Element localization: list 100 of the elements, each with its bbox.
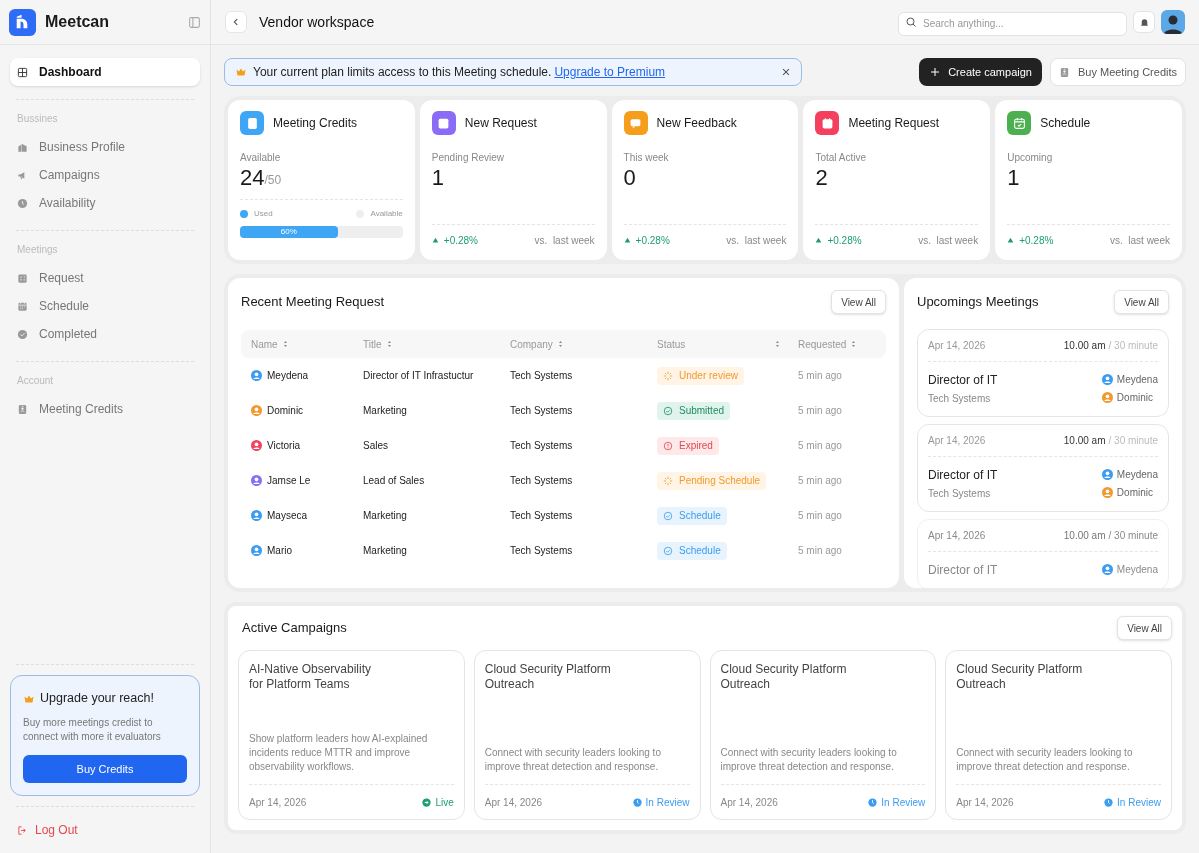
meeting-company: Tech Systems [928,392,992,406]
table-cell-text: Tech Systems [510,474,574,488]
meeting-card[interactable]: Apr 14, 2026 10.00 am / 30 minute Director of IT Tech Systems Meydena Dominic [917,329,1169,417]
nav-item[interactable]: Availability [10,189,200,217]
campaign-status: In Review [632,795,690,810]
campaign-card[interactable]: Cloud Security Platform Outreach Connect with security leaders looking to improve threat detection and response. Apr 14, 2026 In Review [709,650,937,820]
stat-label: Pending Review [431,151,506,165]
campaign-status: In Review [868,795,926,810]
status-badge: Schedule [657,506,727,525]
table-cell-text: Tech Systems [510,509,574,523]
column-header[interactable]: Title [363,336,510,352]
buy-credits-button[interactable]: Buy Meeting Credits [1049,58,1186,86]
logout-icon [17,824,28,836]
clock-icon [17,197,28,209]
table-cell-text: Marketing [363,404,408,418]
sort-icon[interactable] [557,340,563,348]
column-header[interactable]: Company [510,336,657,352]
view-all-button[interactable]: View All [831,290,886,314]
stat-label: Available [240,151,282,165]
campaign-date: Apr 14, 2026 [720,796,779,810]
stat-title: Meeting Credits [273,115,358,132]
change-value: +0.28% [827,234,863,248]
nav-item[interactable]: Completed [10,320,200,348]
table-cell-text: Jamse Le [267,474,311,488]
campaign-card[interactable]: AI-Native Observability for Platform Teams Show platform leaders how AI-explained incidents reduce MTTR and improve observability workflows. Apr 14, 2026 Live [238,650,465,820]
campaign-description: Connect with security leaders looking to improve threat detection and response. [956,746,1134,774]
column-header[interactable]: Requested [798,336,876,352]
change-value: +0.28% [635,234,671,248]
view-all-button[interactable]: View All [1117,616,1172,640]
sort-icon[interactable] [851,340,857,348]
column-header[interactable]: Name [251,336,363,352]
campaign-card[interactable]: Cloud Security Platform Outreach Connect with security leaders looking to improve threat detection and response. Apr 14, 2026 In Review [945,650,1172,820]
attendee-name: Meydena [1116,563,1158,577]
up-arrow-icon [431,237,439,244]
building-icon [17,141,28,153]
section-label: Account [16,374,55,388]
meeting-title: Director of IT [928,372,999,389]
nav-item[interactable]: Request [10,264,200,292]
meeting-date: Apr 14, 2026 [928,434,987,448]
meeting-card[interactable]: Apr 14, 2026 10.00 am / 30 minute Director of IT Tech Systems Meydena Dominic [917,424,1169,512]
meeting-time: 10.00 am [1063,339,1106,353]
sort-icon[interactable] [282,340,288,348]
column-header[interactable]: Status [657,336,798,352]
nav-item[interactable]: Dashboard [10,58,200,86]
table-cell-text: 5 min ago [798,544,843,558]
back-button[interactable] [225,11,247,33]
buy-credits-button[interactable]: Buy Credits [23,755,187,783]
campaign-card[interactable]: Cloud Security Platform Outreach Connect with security leaders looking to improve threat detection and response. Apr 14, 2026 In Review [473,650,701,820]
legend-label: Used [254,208,273,220]
nav-item[interactable]: Business Profile [10,133,200,161]
meeting-duration: / 30 minute [1108,529,1158,543]
campaign-date: Apr 14, 2026 [956,796,1015,810]
nav-item[interactable]: Schedule [10,292,200,320]
arrow-circle-icon [422,798,432,807]
table-cell-text: Dominic [267,404,304,418]
sort-icon[interactable] [775,340,780,348]
stat-label: This week [623,151,670,165]
stat-title: New Request [464,115,537,132]
campaign-date: Apr 14, 2026 [484,796,543,810]
table-cell-text: 5 min ago [798,404,843,418]
stat-title: New Feedback [656,115,737,132]
close-icon[interactable] [781,67,791,77]
table-cell-text: Marketing [363,544,408,558]
table-cell-text: Tech Systems [510,369,574,383]
avatar[interactable] [1161,10,1185,34]
upgrade-link[interactable]: Upgrade to Premium [554,63,666,81]
table-cell-text: Mario [267,544,292,558]
meeting-date: Apr 14, 2026 [928,339,987,353]
table-cell-text: Director of IT Infrastuctur [363,369,475,383]
attendee-name: Meydena [1116,373,1158,387]
create-campaign-button[interactable]: Create campaign [919,58,1042,86]
stat-title: Schedule [1040,115,1091,132]
stat-label: Upcoming [1007,151,1054,165]
stat-value: 24 [240,165,265,191]
sidebar-toggle-icon[interactable] [188,15,201,29]
notification-button[interactable] [1133,11,1155,33]
crown-icon [235,66,247,78]
calendar-check-icon [1012,116,1026,130]
nav-item[interactable]: Meeting Credits [10,395,200,423]
status-badge: Under review [657,366,744,385]
logout-link[interactable]: Log Out [0,807,210,853]
campaign-description: Show platform leaders how AI-explained incidents reduce MTTR and improve observability workflows. [249,732,429,774]
panel-title: Active Campaigns [242,619,347,638]
plus-icon [929,66,942,78]
check-circle-icon [663,510,673,521]
meeting-title: Director of IT [928,562,999,579]
view-all-button[interactable]: View All [1114,290,1169,314]
nav-item[interactable]: Campaigns [10,161,200,189]
chevron-left-icon [231,17,241,27]
sort-icon[interactable] [386,340,392,348]
campaign-title: Cloud Security Platform Outreach [956,662,1084,692]
search-field[interactable]: Search anything... [898,11,1127,36]
table-cell-text: Meydena [267,369,309,383]
meeting-date: Apr 14, 2026 [928,529,987,543]
dashboard-icon [17,66,28,78]
stat-title: Meeting Request [848,115,940,132]
stat-total: /50 [264,173,282,189]
table-cell-text: 5 min ago [798,509,843,523]
campaign-title: AI-Native Observability for Platform Teams [249,662,373,692]
meeting-time: 10.00 am [1063,529,1106,543]
